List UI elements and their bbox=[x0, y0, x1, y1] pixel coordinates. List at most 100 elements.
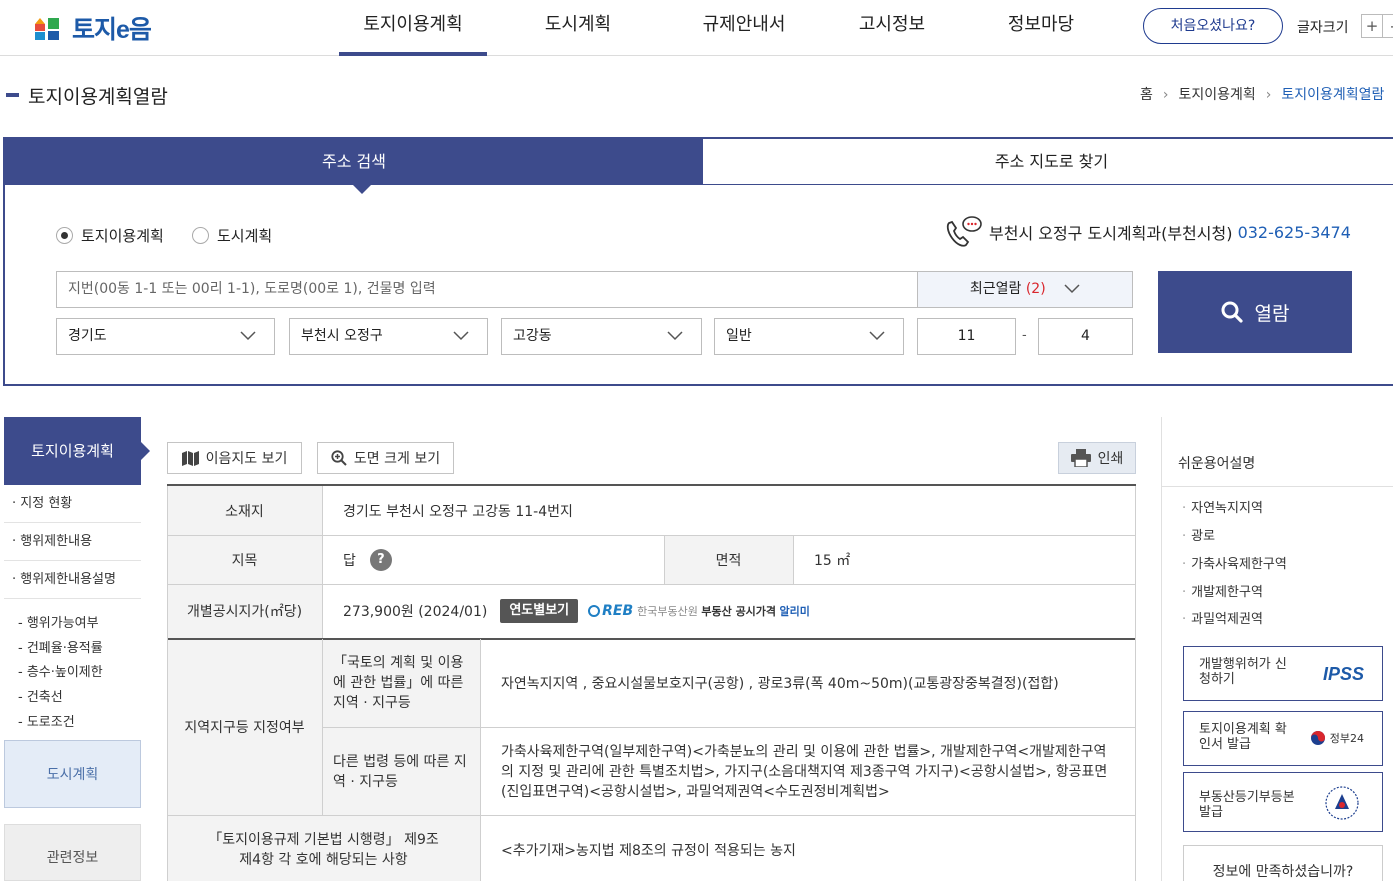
sido-select[interactable]: 경기도 bbox=[56, 318, 275, 355]
recent-view-dropdown[interactable]: 최근열람 (2) bbox=[917, 271, 1133, 308]
area-value: 15 ㎡ bbox=[814, 552, 851, 569]
col-divider bbox=[664, 535, 665, 584]
breadcrumb-current: 토지이용계획열람 bbox=[1281, 87, 1385, 103]
radio-city-plan[interactable]: 도시계획 bbox=[192, 225, 272, 246]
chevron-down-icon bbox=[667, 331, 683, 341]
zoom-in-icon bbox=[331, 450, 347, 466]
nav-item-label: 행위제한내용 bbox=[20, 534, 93, 549]
reb-alimi: 알리미 bbox=[779, 605, 810, 618]
font-decrease-button[interactable]: - bbox=[1382, 14, 1393, 38]
satisfaction-survey: 정보에 만족하셨습니까? bbox=[1183, 845, 1383, 881]
breadcrumb-land-use[interactable]: 토지이용계획 bbox=[1179, 87, 1256, 103]
help-icon[interactable]: ? bbox=[369, 548, 392, 571]
chevron-down-icon bbox=[240, 331, 256, 341]
left-nav-related-info[interactable]: 관련정보 bbox=[4, 824, 141, 881]
breadcrumb: 홈 › 토지이용계획 › 토지이용계획열람 bbox=[1140, 84, 1384, 104]
price-label: 개별공시지가(㎡당) bbox=[167, 584, 322, 638]
row-divider bbox=[167, 535, 1136, 536]
zoom-view-label: 도면 크게 보기 bbox=[353, 451, 441, 467]
printer-icon bbox=[1070, 449, 1091, 467]
radio-label: 도시계획 bbox=[217, 227, 273, 245]
nav-label: 고시정보 bbox=[858, 14, 926, 35]
glossary-title: 쉬운용어설명 bbox=[1178, 456, 1256, 472]
area-label: 면적 bbox=[664, 535, 793, 584]
left-nav-restriction-desc[interactable]: · 행위제한내용설명 bbox=[4, 561, 141, 599]
nav-label: 도시계획 bbox=[544, 14, 612, 35]
site-logo[interactable]: 토지e음 bbox=[32, 10, 152, 46]
nav-info-square[interactable]: 정보마당 bbox=[973, 0, 1109, 56]
radio-land-use[interactable]: 토지이용계획 bbox=[56, 225, 164, 246]
breadcrumb-home[interactable]: 홈 bbox=[1140, 87, 1153, 103]
left-nav-designation[interactable]: · 지정 현황 bbox=[4, 485, 141, 523]
court-seal-icon bbox=[1325, 786, 1359, 820]
address-search-input[interactable]: 지번(00동 1-1 또는 00리 1-1), 도로명(00로 1), 건물명 … bbox=[56, 271, 918, 308]
nav-label: 규제안내서 bbox=[702, 14, 786, 35]
logo-house-icon bbox=[35, 18, 59, 40]
title-marker bbox=[6, 93, 19, 97]
glossary-term[interactable]: 개발제한구역 bbox=[1182, 581, 1263, 600]
row-divider bbox=[322, 727, 1136, 728]
font-size-label: 글자크기 bbox=[1297, 20, 1349, 36]
sub-item-coverage-ratio[interactable]: - 건폐율·용적률 bbox=[18, 637, 103, 656]
first-visit-button[interactable]: 처음오셨나요? bbox=[1143, 8, 1283, 44]
nav-city-plan[interactable]: 도시계획 bbox=[510, 0, 646, 56]
sub-item-allowed[interactable]: - 행위가능여부 bbox=[18, 612, 99, 631]
nav-regulation-guide[interactable]: 규제안내서 bbox=[676, 0, 812, 56]
left-nav-city-plan[interactable]: 도시계획 bbox=[4, 740, 141, 808]
other-law-value: 가축사육제한구역(일부제한구역)<가축분뇨의 관리 및 이용에 관한 법률>, … bbox=[501, 743, 1108, 800]
land-use-cert-link[interactable]: 토지이용계획 확인서 발급 정부24 bbox=[1183, 711, 1383, 766]
map-view-label: 이음지도 보기 bbox=[205, 451, 288, 467]
land-use-cert-label: 토지이용계획 확인서 발급 bbox=[1199, 722, 1287, 752]
tab-address-search[interactable]: 주소 검색 bbox=[5, 139, 703, 185]
radio-label: 토지이용계획 bbox=[81, 227, 164, 245]
glossary-term[interactable]: 가축사육제한구역 bbox=[1182, 553, 1287, 572]
yearly-view-button[interactable]: 연도별보기 bbox=[500, 599, 579, 623]
chevron-down-icon bbox=[869, 331, 885, 341]
land-type-select[interactable]: 일반 bbox=[714, 318, 904, 355]
col-divider bbox=[322, 639, 323, 815]
nav-notice-info[interactable]: 고시정보 bbox=[824, 0, 960, 56]
bonbun-input[interactable]: 11 bbox=[917, 318, 1016, 355]
divider bbox=[1162, 486, 1393, 487]
zoom-view-button[interactable]: 도면 크게 보기 bbox=[317, 442, 454, 474]
print-button[interactable]: 인쇄 bbox=[1058, 442, 1136, 474]
registry-copy-label: 부동산등기부등본 발급 bbox=[1199, 790, 1295, 820]
dev-permit-link[interactable]: 개발행위허가 신청하기 IPSS bbox=[1183, 646, 1383, 701]
sub-item-road-condition[interactable]: - 도로조건 bbox=[18, 711, 75, 730]
left-nav-header[interactable]: 토지이용계획 bbox=[4, 417, 141, 485]
sub-item-building-line[interactable]: - 건축선 bbox=[18, 686, 63, 705]
dong-select[interactable]: 고강동 bbox=[501, 318, 702, 355]
bubun-input[interactable]: 4 bbox=[1038, 318, 1133, 355]
row-divider bbox=[167, 815, 1136, 816]
font-increase-button[interactable]: + bbox=[1361, 14, 1383, 38]
logo-text: 토지e음 bbox=[72, 16, 152, 44]
row-divider bbox=[167, 584, 1136, 585]
view-button[interactable]: 열람 bbox=[1158, 271, 1352, 353]
col-divider bbox=[167, 486, 168, 881]
glossary-term[interactable]: 과밀억제권역 bbox=[1182, 608, 1263, 627]
map-view-button[interactable]: 이음지도 보기 bbox=[167, 442, 302, 474]
location-label: 소재지 bbox=[167, 486, 322, 535]
left-nav-restriction[interactable]: · 행위제한내용 bbox=[4, 523, 141, 561]
radio-checked-icon bbox=[56, 227, 73, 244]
reb-alimi-link[interactable]: REB 한국부동산원 부동산 공시가격 알리미 bbox=[588, 603, 810, 619]
registry-copy-link[interactable]: 부동산등기부등본 발급 bbox=[1183, 772, 1383, 832]
chevron-right-icon: › bbox=[1162, 87, 1169, 103]
glossary-term[interactable]: 광로 bbox=[1182, 525, 1215, 544]
tab-map-search[interactable]: 주소 지도로 찾기 bbox=[703, 139, 1393, 185]
sigungu-select[interactable]: 부천시 오정구 bbox=[289, 318, 488, 355]
recent-count: (2) bbox=[1025, 281, 1046, 297]
national-law-value: 자연녹지지역 , 중요시설물보호지구(공항) , 광로3류(폭 40m~50m)… bbox=[501, 676, 1059, 692]
radio-unchecked-icon bbox=[192, 227, 209, 244]
sub-item-height-limit[interactable]: - 층수·높이제한 bbox=[18, 661, 103, 680]
sigungu-value: 부천시 오정구 bbox=[301, 328, 383, 344]
jimok-value: 답 bbox=[343, 552, 356, 569]
left-nav: 토지이용계획 · 지정 현황 · 행위제한내용 · 행위제한내용설명 - 행위가… bbox=[4, 417, 150, 881]
decree-value: <추가기재>농지법 제8조의 규정이 적용되는 농지 bbox=[501, 842, 796, 859]
col-divider bbox=[1135, 486, 1136, 881]
nav-land-use-plan[interactable]: 토지이용계획 bbox=[339, 0, 487, 56]
contact-phone[interactable]: 032-625-3474 bbox=[1238, 223, 1351, 242]
left-nav-pointer bbox=[141, 442, 150, 460]
nav-item-label: 행위제한내용설명 bbox=[20, 572, 116, 587]
glossary-term[interactable]: 자연녹지지역 bbox=[1182, 497, 1263, 516]
